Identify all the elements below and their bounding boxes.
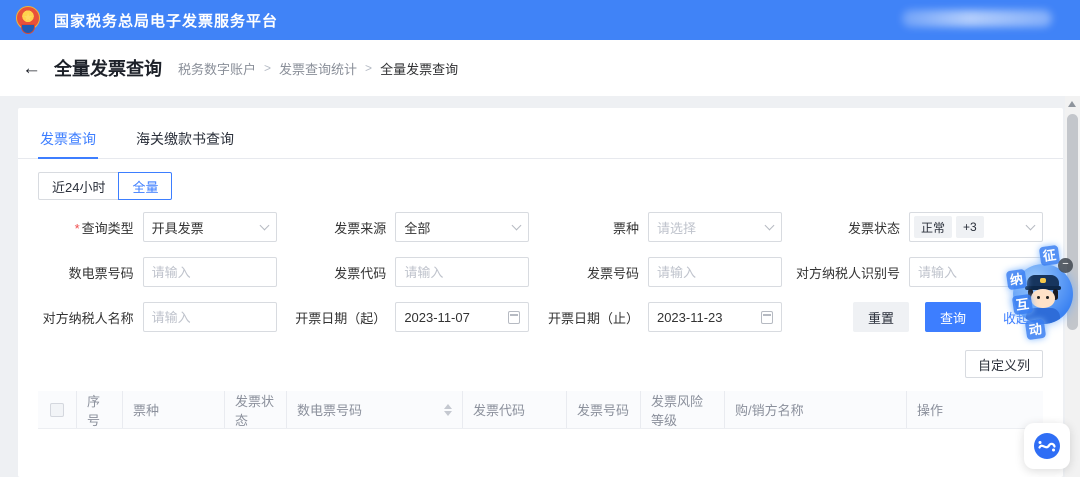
field-label: 发票状态	[796, 218, 909, 237]
column-header-digital-no: 数电票号码	[286, 391, 462, 428]
sort-icon[interactable]	[444, 404, 452, 416]
required-mark: *	[75, 221, 80, 236]
tab-customs-payment-query[interactable]: 海关缴款书查询	[134, 118, 236, 158]
select-placeholder: 请选择	[657, 218, 696, 237]
toggle-full-range[interactable]: 全量	[118, 172, 172, 200]
invoice-code-input[interactable]	[395, 257, 529, 287]
app-window: ★ 国家税务总局电子发票服务平台 ← 全量发票查询 税务数字账户 > 发票查询统…	[0, 0, 1080, 477]
field-invoice-source: 发票来源 全部	[291, 212, 530, 242]
breadcrumb-separator: >	[365, 61, 372, 75]
column-header-index: 序号	[76, 391, 122, 428]
field-label: 开票日期（起）	[291, 308, 396, 327]
status-tag-more[interactable]: +3	[956, 216, 984, 238]
date-value: 2023-11-23	[657, 310, 723, 325]
field-label: 发票来源	[291, 218, 396, 237]
field-date-end: 开票日期（止） 2023-11-23	[543, 302, 782, 332]
query-type-select[interactable]: 开具发票	[143, 212, 277, 242]
field-label: *查询类型	[38, 218, 143, 237]
query-form: *查询类型 开具发票 发票来源 全部 票种 请选择	[38, 212, 1043, 332]
field-invoice-status: 发票状态 正常 +3	[796, 212, 1043, 242]
field-query-type: *查询类型 开具发票	[38, 212, 277, 242]
breadcrumb-item-current: 全量发票查询	[380, 59, 458, 78]
column-header-invoice-code: 发票代码	[462, 391, 566, 428]
app-header: ★ 国家税务总局电子发票服务平台	[0, 0, 1080, 40]
invoice-source-select[interactable]: 全部	[395, 212, 529, 242]
breadcrumb-item[interactable]: 税务数字账户	[178, 59, 256, 78]
calendar-icon	[761, 311, 773, 324]
app-title: 国家税务总局电子发票服务平台	[54, 10, 278, 31]
date-end-picker[interactable]: 2023-11-23	[648, 302, 782, 332]
tab-bar: 发票查询 海关缴款书查询	[18, 118, 1063, 159]
field-label: 对方纳税人识别号	[796, 263, 909, 282]
field-label: 对方纳税人名称	[38, 308, 143, 327]
chevron-down-icon	[765, 220, 775, 230]
field-digital-invoice-no: 数电票号码	[38, 257, 277, 287]
column-header-actions: 操作	[906, 391, 1043, 428]
column-header-buyer-seller: 购/销方名称	[724, 391, 906, 428]
tab-invoice-query[interactable]: 发票查询	[38, 118, 98, 158]
status-tag[interactable]: 正常	[914, 216, 952, 238]
redacted-username	[902, 10, 1052, 27]
toggle-last-24h[interactable]: 近24小时	[38, 172, 119, 200]
customize-columns-button[interactable]: 自定义列	[965, 350, 1043, 378]
breadcrumb: 税务数字账户 > 发票查询统计 > 全量发票查询	[178, 59, 458, 78]
date-value: 2023-11-07	[404, 310, 470, 325]
search-button[interactable]: 查询	[925, 302, 981, 332]
page-header-bar: ← 全量发票查询 税务数字账户 > 发票查询统计 > 全量发票查询	[0, 40, 1080, 96]
invoice-no-input[interactable]	[648, 257, 782, 287]
mascot-char: 动	[1025, 319, 1046, 340]
breadcrumb-item[interactable]: 发票查询统计	[279, 59, 357, 78]
reset-button[interactable]: 重置	[853, 302, 909, 332]
calendar-icon	[508, 311, 520, 324]
field-label: 数电票号码	[38, 263, 143, 282]
digital-invoice-no-input[interactable]	[143, 257, 277, 287]
column-header-invoice-status: 发票状态	[224, 391, 286, 428]
scrollbar-up-arrow-icon[interactable]	[1068, 101, 1076, 107]
field-counterparty-name: 对方纳税人名称	[38, 302, 277, 332]
page-title: 全量发票查询	[54, 55, 162, 81]
chevron-down-icon	[1026, 220, 1036, 230]
field-ticket-type: 票种 请选择	[543, 212, 782, 242]
mascot-char: 互	[1012, 294, 1033, 315]
chevron-down-icon	[512, 220, 522, 230]
field-invoice-code: 发票代码	[291, 257, 530, 287]
field-label: 发票代码	[291, 263, 396, 282]
breadcrumb-separator: >	[264, 61, 271, 75]
field-label: 开票日期（止）	[543, 308, 648, 327]
field-label: 票种	[543, 218, 648, 237]
ticket-type-select[interactable]: 请选择	[648, 212, 782, 242]
floating-service-button[interactable]	[1024, 423, 1070, 469]
column-header-invoice-no: 发票号码	[566, 391, 640, 428]
results-table-header: 序号 票种 发票状态 数电票号码 发票代码 发票号码 发票风险等级 购/销方名称…	[38, 391, 1043, 429]
invoice-status-multiselect[interactable]: 正常 +3	[909, 212, 1043, 242]
chevron-down-icon	[259, 220, 269, 230]
main-panel: 发票查询 海关缴款书查询 近24小时 全量 *查询类型 开具发票 发票来源 全部	[18, 108, 1063, 477]
select-all-checkbox[interactable]	[50, 403, 64, 417]
select-value: 全部	[404, 218, 430, 237]
mascot-char: 纳	[1006, 269, 1027, 290]
date-start-picker[interactable]: 2023-11-07	[395, 302, 529, 332]
select-value: 开具发票	[152, 218, 204, 237]
mascot-hide-button[interactable]: −	[1058, 258, 1073, 273]
counterparty-name-input[interactable]	[143, 302, 277, 332]
back-arrow-icon[interactable]: ←	[22, 59, 41, 78]
column-header-ticket-type: 票种	[122, 391, 224, 428]
service-swirl-icon	[1033, 432, 1061, 460]
field-invoice-no: 发票号码	[543, 257, 782, 287]
select-all-cell	[38, 391, 76, 428]
field-label: 发票号码	[543, 263, 648, 282]
mascot-char: 征	[1039, 245, 1060, 266]
national-emblem-icon: ★	[14, 4, 44, 36]
field-date-start: 开票日期（起） 2023-11-07	[291, 302, 530, 332]
time-range-toggle: 近24小时 全量	[38, 172, 172, 200]
column-header-risk-level: 发票风险等级	[640, 391, 724, 428]
